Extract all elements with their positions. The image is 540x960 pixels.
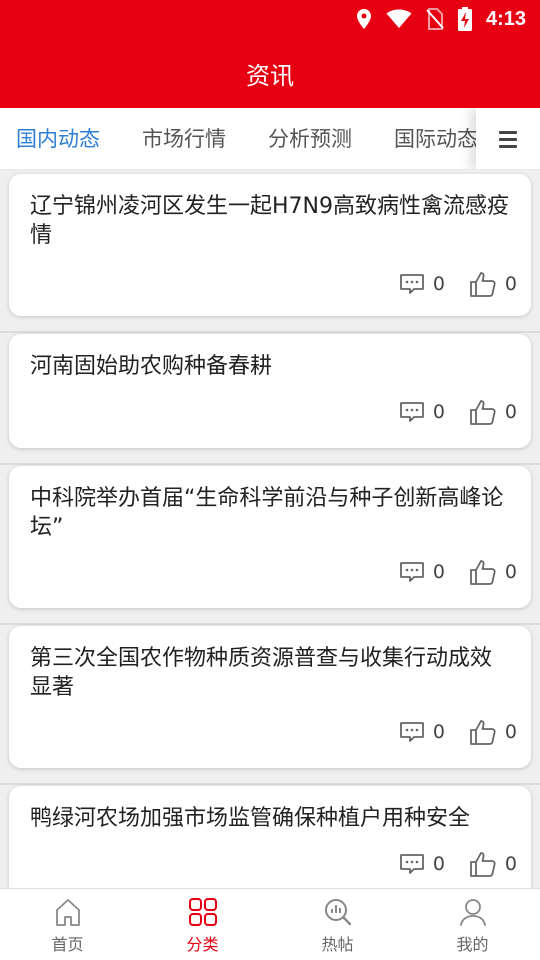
like-count: 0 — [504, 273, 517, 295]
nav-category[interactable]: 分类 — [135, 889, 270, 960]
nav-profile[interactable]: 我的 — [405, 889, 540, 960]
like-count: 0 — [504, 853, 517, 875]
location-icon — [356, 9, 371, 29]
comment-icon[interactable] — [399, 273, 425, 295]
article-title: 河南固始助农购种备春耕 — [30, 354, 273, 379]
comment-icon[interactable] — [399, 721, 425, 743]
divider — [0, 783, 540, 785]
menu-icon — [499, 127, 517, 152]
home-icon — [55, 899, 80, 926]
nav-category-label: 分类 — [186, 935, 219, 954]
comment-count: 0 — [432, 853, 445, 875]
article-meta: 0 0 — [399, 396, 517, 428]
user-icon — [459, 899, 486, 926]
thumbs-up-icon[interactable] — [469, 270, 497, 298]
thumbs-up-icon[interactable] — [469, 558, 497, 586]
comment-icon[interactable] — [399, 561, 425, 583]
article-title: 中科院举办首届“生命科学前沿与种子创新高峰论坛” — [30, 486, 504, 540]
thumbs-up-icon[interactable] — [469, 398, 497, 426]
no-sim-icon — [426, 8, 444, 30]
article-card[interactable]: 中科院举办首届“生命科学前沿与种子创新高峰论坛” 0 0 — [9, 466, 531, 608]
thumbs-up-icon[interactable] — [469, 850, 497, 878]
article-list: 辽宁锦州凌河区发生一起H7N9高致病性禽流感疫情 0 0 河南固始助农购种备春耕… — [0, 170, 540, 888]
article-title: 辽宁锦州凌河区发生一起H7N9高致病性禽流感疫情 — [30, 194, 509, 248]
tab-menu-button[interactable] — [476, 108, 540, 169]
bottom-navigation: 首页 分类 热帖 我的 — [0, 888, 540, 960]
nav-profile-label: 我的 — [456, 935, 489, 954]
comment-count: 0 — [432, 721, 445, 743]
article-meta: 0 0 — [399, 848, 517, 880]
like-count: 0 — [504, 721, 517, 743]
divider — [0, 623, 540, 625]
nav-home-label: 首页 — [51, 935, 84, 954]
divider — [0, 463, 540, 465]
divider — [0, 331, 540, 333]
tab-international-news[interactable]: 国际动态 — [394, 108, 478, 169]
search-chart-icon — [324, 899, 351, 926]
article-card[interactable]: 鸭绿河农场加强市场监管确保种植户用种安全 0 0 — [9, 786, 531, 888]
wifi-icon — [386, 9, 412, 28]
comment-count: 0 — [432, 561, 445, 583]
page-title: 资讯 — [246, 61, 294, 90]
tab-domestic-news[interactable]: 国内动态 — [16, 108, 100, 169]
nav-hot-posts[interactable]: 热帖 — [270, 889, 405, 960]
status-bar: 4:13 — [0, 0, 540, 38]
like-count: 0 — [504, 401, 517, 423]
article-title: 第三次全国农作物种质资源普查与收集行动成效显著 — [30, 646, 493, 700]
article-meta: 0 0 — [399, 716, 517, 748]
like-count: 0 — [504, 561, 517, 583]
tab-market-quotes[interactable]: 市场行情 — [142, 108, 226, 169]
status-time: 4:13 — [485, 7, 526, 30]
thumbs-up-icon[interactable] — [469, 718, 497, 746]
nav-hot-posts-label: 热帖 — [321, 935, 354, 954]
category-tabs: 国内动态 市场行情 分析预测 国际动态 — [0, 108, 540, 170]
app-header: 资讯 — [0, 38, 540, 108]
nav-home[interactable]: 首页 — [0, 889, 135, 960]
article-meta: 0 0 — [399, 556, 517, 588]
article-card[interactable]: 第三次全国农作物种质资源普查与收集行动成效显著 0 0 — [9, 626, 531, 768]
tab-analysis-forecast[interactable]: 分析预测 — [268, 108, 352, 169]
comment-count: 0 — [432, 273, 445, 295]
article-title: 鸭绿河农场加强市场监管确保种植户用种安全 — [30, 806, 471, 831]
article-card[interactable]: 辽宁锦州凌河区发生一起H7N9高致病性禽流感疫情 0 0 — [9, 174, 531, 316]
article-card[interactable]: 河南固始助农购种备春耕 0 0 — [9, 334, 531, 448]
grid-icon — [188, 898, 217, 926]
comment-icon[interactable] — [399, 853, 425, 875]
comment-icon[interactable] — [399, 401, 425, 423]
article-meta: 0 0 — [399, 268, 517, 300]
comment-count: 0 — [432, 401, 445, 423]
battery-charging-icon — [457, 7, 472, 31]
